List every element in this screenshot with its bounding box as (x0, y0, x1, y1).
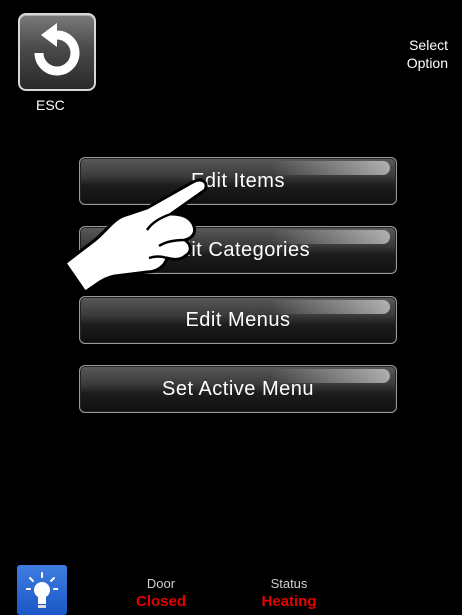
door-label: Door (146, 576, 176, 591)
light-bulb-icon (26, 572, 58, 608)
edit-categories-label: Edit Categories (165, 239, 311, 261)
status-value: Heating (261, 593, 317, 610)
edit-items-label: Edit Items (191, 170, 285, 192)
button-gloss (270, 161, 390, 175)
screen: ESC Select Option Edit Items Edit Catego… (0, 0, 462, 615)
esc-button[interactable] (18, 13, 96, 91)
set-active-menu-label: Set Active Menu (161, 378, 315, 400)
edit-items-button[interactable]: Edit Items (79, 157, 397, 205)
door-value: Closed (135, 593, 186, 610)
edit-categories-button[interactable]: Edit Categories (79, 226, 397, 274)
page-title: Select Option (368, 36, 448, 72)
esc-label: ESC (36, 97, 65, 113)
status-label: Status (270, 576, 308, 591)
edit-menus-button[interactable]: Edit Menus (79, 296, 397, 344)
door-status: Door Closed (116, 576, 206, 612)
light-button[interactable] (17, 565, 67, 615)
undo-arrow-icon (34, 23, 80, 76)
set-active-menu-button[interactable]: Set Active Menu (79, 365, 397, 413)
page-title-line-1: Select (409, 37, 448, 53)
oven-status: Status Heating (244, 576, 334, 612)
edit-menus-label: Edit Menus (185, 309, 291, 331)
page-title-line-2: Option (406, 55, 448, 71)
